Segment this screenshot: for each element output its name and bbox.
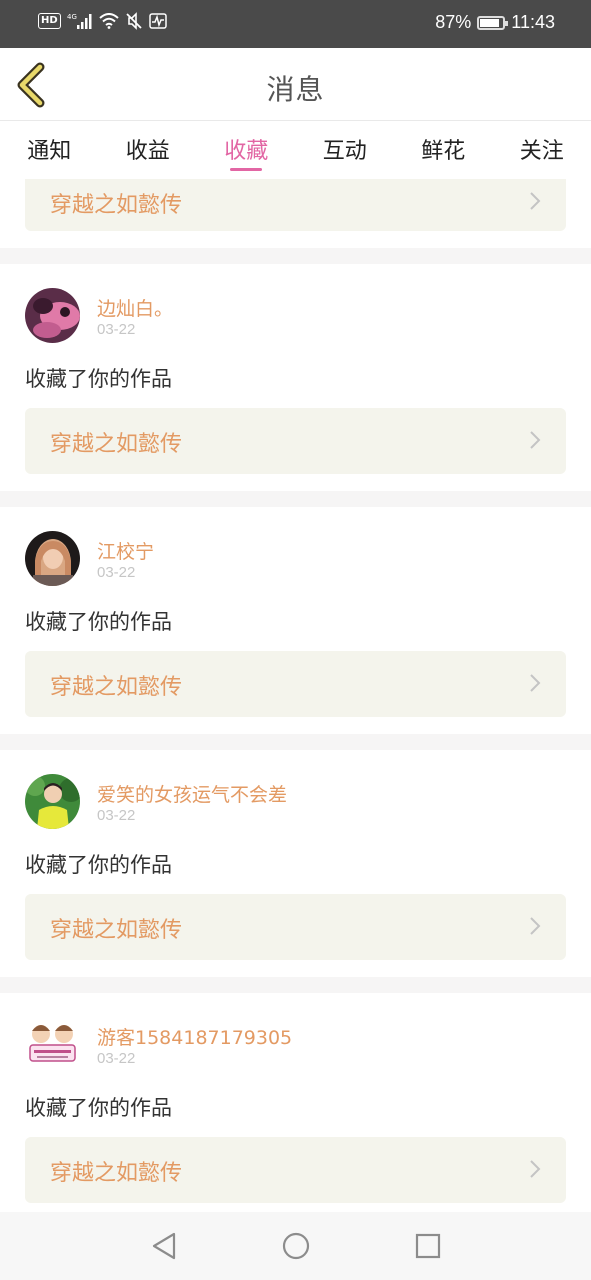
user-avatar-image: [25, 774, 80, 829]
chevron-right-icon: [530, 431, 541, 449]
svg-text:4G: 4G: [67, 13, 77, 21]
action-text: 收藏了你的作品: [25, 1096, 172, 1120]
chevron-right-icon: [530, 192, 541, 210]
tab-bar: 通知 收益 收藏 互动 鲜花 关注: [0, 121, 591, 179]
list-item: 穿越之如懿传: [0, 179, 591, 248]
message-feed[interactable]: 穿越之如懿传 边灿白。 03-22 收藏了你的作品 穿越之如懿传 江校宁 03-…: [0, 179, 591, 1212]
mute-icon: [126, 12, 142, 30]
avatar[interactable]: [25, 531, 80, 586]
tab-notifications[interactable]: 通知: [0, 121, 99, 179]
username[interactable]: 爱笑的女孩运气不会差: [97, 780, 287, 807]
message-date: 03-22: [97, 564, 136, 581]
list-item: 边灿白。 03-22 收藏了你的作品 穿越之如懿传: [0, 264, 591, 491]
tab-following[interactable]: 关注: [493, 121, 591, 179]
username[interactable]: 边灿白。: [97, 294, 173, 321]
clock-time: 11:43: [511, 12, 555, 32]
home-circle-icon: [282, 1232, 309, 1260]
chevron-right-icon: [530, 674, 541, 692]
divider: [0, 734, 591, 750]
tab-interactions[interactable]: 互动: [296, 121, 395, 179]
work-link[interactable]: 穿越之如懿传: [25, 651, 566, 717]
wifi-icon: [99, 13, 119, 29]
user-avatar-image: [25, 288, 80, 343]
chevron-right-icon: [530, 1160, 541, 1178]
work-link[interactable]: 穿越之如懿传: [25, 408, 566, 474]
avatar[interactable]: [25, 1017, 80, 1072]
activity-icon: [148, 13, 167, 29]
work-link[interactable]: 穿越之如懿传: [25, 1137, 566, 1203]
username[interactable]: 江校宁: [97, 537, 154, 564]
user-avatar-image: [25, 1017, 80, 1072]
list-item: 游客1584187179305 03-22 收藏了你的作品 穿越之如懿传: [0, 993, 591, 1212]
action-text: 收藏了你的作品: [25, 853, 172, 877]
recents-square-icon: [415, 1233, 440, 1259]
list-item: 江校宁 03-22 收藏了你的作品 穿越之如懿传: [0, 507, 591, 734]
message-date: 03-22: [97, 321, 136, 338]
status-bar: HD 4G 87% 11:43: [0, 0, 591, 48]
work-title: 穿越之如懿传: [50, 432, 183, 457]
message-date: 03-22: [97, 807, 136, 824]
action-text: 收藏了你的作品: [25, 367, 172, 391]
system-home-button[interactable]: [276, 1226, 316, 1266]
header-bar: 消息: [0, 48, 591, 121]
system-back-button[interactable]: [144, 1226, 184, 1266]
divider: [0, 977, 591, 993]
action-text: 收藏了你的作品: [25, 610, 172, 634]
status-icons-left: HD 4G: [38, 12, 167, 30]
tab-flowers[interactable]: 鲜花: [394, 121, 493, 179]
status-icons-right: 87% 11:43: [435, 12, 555, 33]
battery-level-fill: [480, 18, 500, 27]
tab-earnings[interactable]: 收益: [99, 121, 198, 179]
divider: [0, 248, 591, 264]
message-date: 03-22: [97, 1050, 136, 1067]
work-title: 穿越之如懿传: [50, 918, 183, 943]
list-item: 爱笑的女孩运气不会差 03-22 收藏了你的作品 穿越之如懿传: [0, 750, 591, 977]
tab-favorites[interactable]: 收藏: [197, 121, 296, 179]
system-nav-bar: [0, 1212, 591, 1280]
avatar[interactable]: [25, 288, 80, 343]
work-title: 穿越之如懿传: [50, 193, 183, 218]
chevron-right-icon: [530, 917, 541, 935]
work-link[interactable]: 穿越之如懿传: [25, 894, 566, 960]
page-title: 消息: [266, 73, 325, 106]
avatar[interactable]: [25, 774, 80, 829]
username[interactable]: 游客1584187179305: [97, 1023, 292, 1050]
signal-icon: 4G: [67, 13, 92, 29]
work-link[interactable]: 穿越之如懿传: [25, 179, 566, 231]
back-triangle-icon: [152, 1232, 175, 1260]
work-title: 穿越之如懿传: [50, 1161, 183, 1186]
system-recents-button[interactable]: [408, 1226, 448, 1266]
hd-icon: HD: [38, 13, 61, 29]
battery-icon: [477, 15, 509, 30]
user-avatar-image: [25, 531, 80, 586]
divider: [0, 491, 591, 507]
battery-percent: 87%: [435, 12, 472, 32]
work-title: 穿越之如懿传: [50, 675, 183, 700]
